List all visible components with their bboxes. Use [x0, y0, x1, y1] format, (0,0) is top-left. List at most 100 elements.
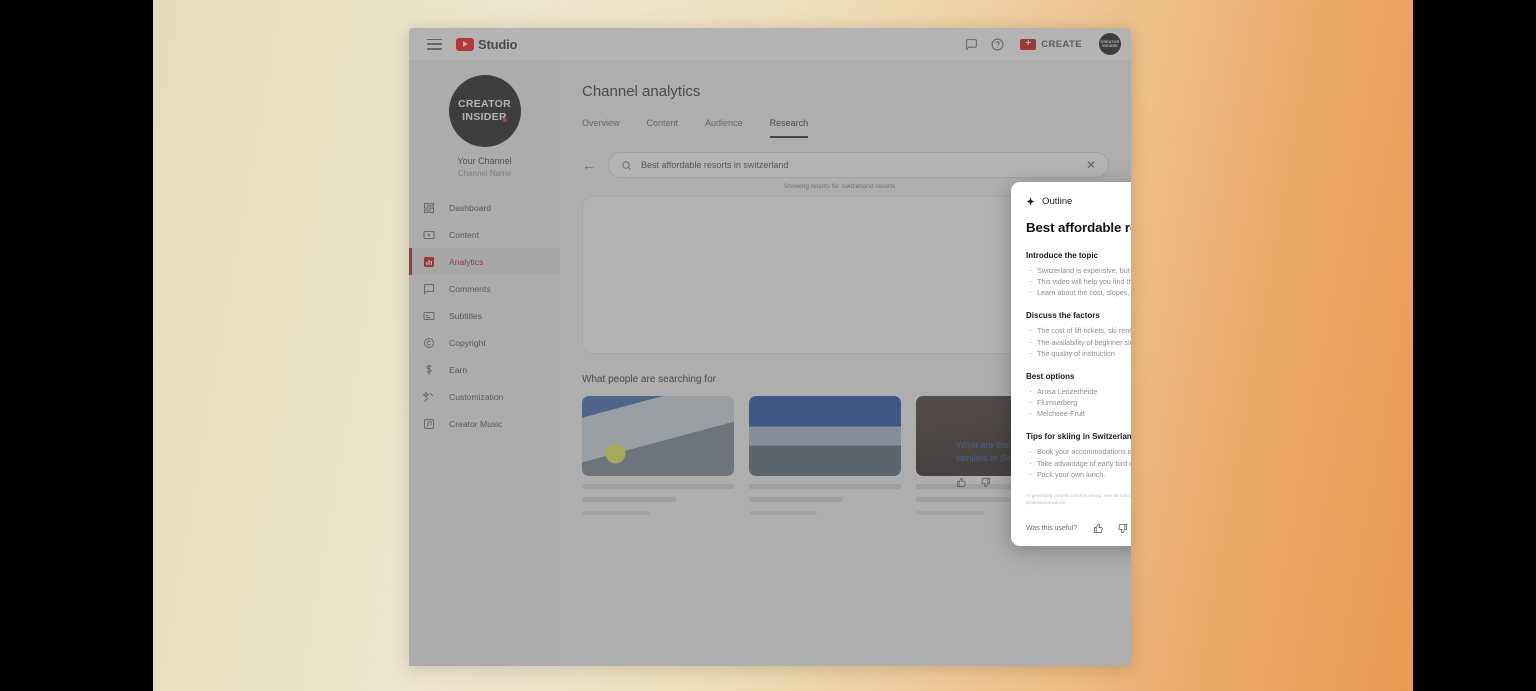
earn-icon — [422, 363, 435, 376]
bullet: The quality of instruction — [1026, 348, 1131, 359]
sidebar-label: Content — [449, 230, 479, 240]
section-bullets: The cost of lift tickets, ski rentals, a… — [1026, 325, 1131, 358]
sidebar-item-copyright[interactable]: Copyright — [409, 329, 560, 356]
ai-disclaimer: AI generated content could be wrong, may… — [1026, 493, 1131, 507]
thumbnail-title-line — [749, 484, 901, 489]
screen: Studio CREATE — [0, 0, 1536, 691]
bullet: Take advantage of early bird discounts — [1026, 458, 1131, 469]
outline-section: Tips for skiing in Switzerland on a budg… — [1026, 432, 1131, 479]
avatar-label: CREATOR INSIDER — [1099, 40, 1121, 49]
youtube-studio-window: Studio CREATE — [409, 28, 1131, 666]
sidebar-item-comments[interactable]: Comments — [409, 275, 560, 302]
dialog-footer: Was this useful? — [1026, 510, 1131, 546]
thumbnail-card[interactable] — [749, 396, 901, 515]
thumbnail-1 — [582, 396, 734, 476]
sidebar-label: Dashboard — [449, 203, 491, 213]
help-icon[interactable] — [990, 37, 1005, 52]
back-arrow-icon[interactable]: ← — [582, 158, 596, 172]
bullet: Arosa Lenzerheide — [1026, 386, 1131, 397]
bullet: The cost of lift tickets, ski rentals, a… — [1026, 325, 1131, 336]
sidebar-label: Customization — [449, 392, 503, 402]
comments-icon — [422, 282, 435, 295]
feedback-icon[interactable] — [964, 37, 979, 52]
tab-research[interactable]: Research — [770, 118, 809, 138]
outline-dialog: Outline ✕ Best affordable resorts in swi… — [1011, 182, 1131, 546]
analytics-tabs: Overview Content Audience Research — [582, 118, 1109, 138]
thumbnail-meta-line — [749, 511, 817, 515]
tab-overview[interactable]: Overview — [582, 118, 620, 138]
sidebar-item-content[interactable]: Content — [409, 221, 560, 248]
sidebar-label: Subtitles — [449, 311, 482, 321]
bullet: Flumserberg — [1026, 397, 1131, 408]
thumb-down-icon[interactable] — [980, 477, 991, 488]
search-bar[interactable]: Best affordable resorts in switzerland ✕ — [608, 152, 1109, 178]
youtube-studio-logo[interactable]: Studio — [456, 37, 517, 52]
channel-name-label: Channel Name — [458, 169, 511, 178]
sidebar-label: Earn — [449, 365, 467, 375]
thumbnail-meta-line — [916, 511, 984, 515]
dialog-kicker: Outline — [1042, 196, 1072, 207]
search-row: ← Best affordable resorts in switzerland… — [582, 152, 1109, 178]
create-camera-icon — [1020, 39, 1036, 50]
thumb-up-icon[interactable] — [1093, 523, 1104, 534]
bullet: Melchsee-Frutt — [1026, 408, 1131, 419]
channel-avatar[interactable]: CREATOR INSIDER — [449, 75, 521, 147]
clear-icon[interactable]: ✕ — [1086, 158, 1096, 172]
channel-avatar-line2: INSIDER — [462, 111, 507, 124]
section-bullets: Arosa Lenzerheide Flumserberg Melchsee-F… — [1026, 386, 1131, 419]
section-heading: Tips for skiing in Switzerland on a budg… — [1026, 432, 1131, 441]
sidebar-label: Comments — [449, 284, 491, 294]
thumbnail-card[interactable] — [582, 396, 734, 515]
sidebar-label: Copyright — [449, 338, 486, 348]
bullet: Learn about the cost, slopes, and instru… — [1026, 287, 1131, 298]
subtitles-icon — [422, 309, 435, 322]
analytics-icon — [422, 255, 435, 268]
tab-content[interactable]: Content — [647, 118, 679, 138]
top-bar-actions: CREATE CREATOR INSIDER — [964, 33, 1121, 55]
sparkle-icon — [1026, 197, 1035, 206]
sidebar-item-customization[interactable]: Customization — [409, 383, 560, 410]
sidebar-nav: Dashboard Content — [409, 194, 560, 437]
top-bar: Studio CREATE — [409, 28, 1131, 61]
sidebar-item-dashboard[interactable]: Dashboard — [409, 194, 560, 221]
copyright-icon — [422, 336, 435, 349]
bullet: This video will help you find the resort… — [1026, 276, 1131, 287]
dialog-title: Best affordable resorts in switzerland — [1026, 220, 1131, 235]
youtube-play-icon — [456, 38, 474, 51]
sidebar-item-analytics[interactable]: Analytics — [409, 248, 560, 275]
section-heading: Best options — [1026, 372, 1131, 381]
search-input[interactable]: Best affordable resorts in switzerland — [641, 160, 1077, 170]
brand-label: Studio — [478, 37, 517, 52]
sidebar-item-subtitles[interactable]: Subtitles — [409, 302, 560, 329]
sidebar-label: Analytics — [449, 257, 483, 267]
sidebar-item-earn[interactable]: Earn — [409, 356, 560, 383]
thumbnail-title-line — [582, 484, 734, 489]
section-heading: Discuss the factors — [1026, 311, 1131, 320]
outline-body: Introduce the topic Switzerland is expen… — [1026, 251, 1131, 510]
outline-section: Discuss the factors The cost of lift tic… — [1026, 311, 1131, 358]
your-channel-label: Your Channel — [457, 156, 511, 166]
bullet: The availability of beginner slopes — [1026, 337, 1131, 348]
page-title: Channel analytics — [582, 83, 1109, 100]
music-icon — [422, 417, 435, 430]
create-label: CREATE — [1041, 39, 1082, 50]
dialog-header: Outline ✕ — [1026, 195, 1131, 207]
dashboard-icon — [422, 201, 435, 214]
section-bullets: Switzerland is expensive, but there are … — [1026, 265, 1131, 298]
thumbnail-title-line — [582, 497, 676, 502]
outline-section: Introduce the topic Switzerland is expen… — [1026, 251, 1131, 298]
create-button[interactable]: CREATE — [1016, 37, 1086, 52]
thumb-down-icon[interactable] — [1117, 523, 1128, 534]
channel-avatar-dot — [503, 118, 507, 122]
hamburger-icon[interactable] — [427, 39, 442, 50]
tab-audience[interactable]: Audience — [705, 118, 743, 138]
thumbnail-title-line — [749, 497, 843, 502]
bottom-section-title: What people are searching for — [582, 374, 716, 385]
search-icon — [621, 160, 632, 171]
sidebar: CREATOR INSIDER Your Channel Channel Nam… — [409, 61, 560, 666]
thumbnail-2 — [749, 396, 901, 476]
section-heading: Introduce the topic — [1026, 251, 1131, 260]
avatar[interactable]: CREATOR INSIDER — [1099, 33, 1121, 55]
thumb-up-icon[interactable] — [956, 477, 967, 488]
sidebar-item-creator-music[interactable]: Creator Music — [409, 410, 560, 437]
